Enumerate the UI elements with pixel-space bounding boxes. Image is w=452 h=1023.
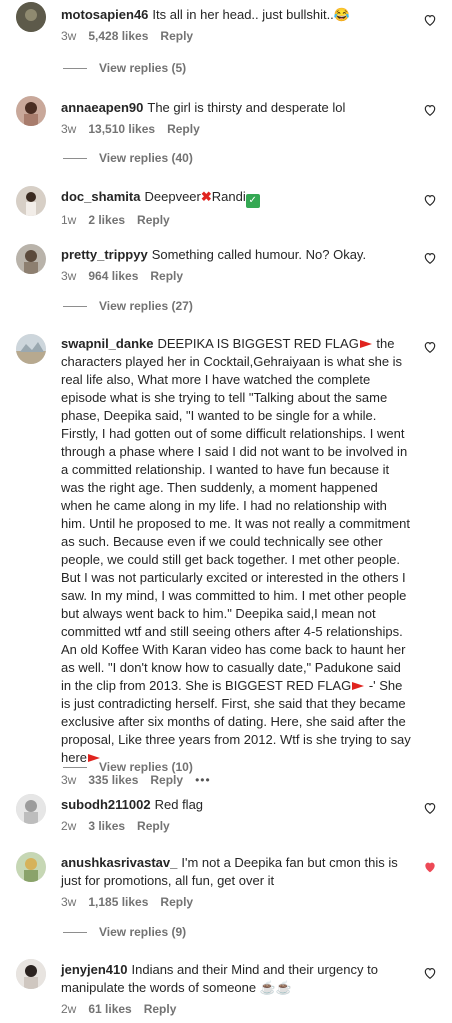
reply-button[interactable]: Reply bbox=[150, 269, 183, 283]
like-count[interactable]: 1,185 likes bbox=[88, 895, 148, 909]
comment-text: Red flag bbox=[154, 797, 204, 812]
red-flag-icon bbox=[352, 682, 365, 690]
timestamp: 1w bbox=[61, 213, 77, 227]
like-count[interactable]: 2 likes bbox=[88, 213, 125, 227]
reply-button[interactable]: Reply bbox=[150, 773, 183, 787]
heart-outline-icon[interactable] bbox=[423, 801, 437, 815]
like-count[interactable]: 335 likes bbox=[88, 773, 138, 787]
username[interactable]: annaeapen90 bbox=[61, 100, 143, 115]
heart-filled-icon[interactable] bbox=[423, 860, 437, 874]
avatar[interactable] bbox=[16, 334, 46, 364]
timestamp: 3w bbox=[61, 773, 77, 787]
username[interactable]: swapnil_danke bbox=[61, 336, 153, 351]
avatar[interactable] bbox=[16, 2, 46, 32]
reply-button[interactable]: Reply bbox=[137, 213, 170, 227]
view-replies-button[interactable]: View replies (40) bbox=[63, 150, 193, 166]
avatar[interactable] bbox=[16, 186, 46, 216]
view-replies-button[interactable]: View replies (5) bbox=[63, 60, 186, 76]
heart-outline-icon[interactable] bbox=[423, 13, 437, 27]
username[interactable]: pretty_trippyy bbox=[61, 247, 148, 262]
check-mark-icon: ✓ bbox=[245, 194, 260, 208]
red-flag-icon bbox=[359, 340, 372, 348]
cross-mark-icon: ✖ bbox=[200, 189, 212, 204]
username[interactable]: jenyjen410 bbox=[61, 962, 128, 977]
comment-text: Randi bbox=[211, 189, 246, 204]
reply-button[interactable]: Reply bbox=[160, 29, 193, 43]
heart-outline-icon[interactable] bbox=[423, 340, 437, 354]
avatar[interactable] bbox=[16, 244, 46, 274]
timestamp: 2w bbox=[61, 819, 77, 833]
comment-text: Deepveer bbox=[144, 189, 201, 204]
timestamp: 3w bbox=[61, 122, 77, 136]
like-count[interactable]: 964 likes bbox=[88, 269, 138, 283]
view-replies-button[interactable]: View replies (10) bbox=[63, 759, 193, 775]
username[interactable]: subodh211002 bbox=[61, 797, 151, 812]
timestamp: 3w bbox=[61, 895, 77, 909]
reply-button[interactable]: Reply bbox=[160, 895, 193, 909]
heart-outline-icon[interactable] bbox=[423, 103, 437, 117]
avatar[interactable] bbox=[16, 852, 46, 882]
comment-text: The girl is thirsty and desperate lol bbox=[147, 100, 346, 115]
timestamp: 3w bbox=[61, 269, 77, 283]
comment-text: Its all in her head.. just bullshit..😂 bbox=[152, 7, 350, 22]
comment-text: Something called humour. No? Okay. bbox=[151, 247, 367, 262]
username[interactable]: anushkasrivastav_ bbox=[61, 855, 177, 870]
reply-button[interactable]: Reply bbox=[167, 122, 200, 136]
more-options-icon[interactable]: ••• bbox=[195, 773, 211, 787]
username[interactable]: doc_shamita bbox=[61, 189, 140, 204]
timestamp: 2w bbox=[61, 1002, 77, 1016]
heart-outline-icon[interactable] bbox=[423, 966, 437, 980]
comment-text: the characters played her in Cocktail,Ge… bbox=[61, 336, 414, 693]
avatar[interactable] bbox=[16, 794, 46, 824]
view-replies-button[interactable]: View replies (27) bbox=[63, 298, 193, 314]
view-replies-button[interactable]: View replies (9) bbox=[63, 924, 186, 940]
heart-outline-icon[interactable] bbox=[423, 251, 437, 265]
heart-outline-icon[interactable] bbox=[423, 193, 437, 207]
reply-button[interactable]: Reply bbox=[144, 1002, 177, 1016]
timestamp: 3w bbox=[61, 29, 77, 43]
username[interactable]: motosapien46 bbox=[61, 7, 148, 22]
like-count[interactable]: 5,428 likes bbox=[88, 29, 148, 43]
reply-button[interactable]: Reply bbox=[137, 819, 170, 833]
avatar[interactable] bbox=[16, 96, 46, 126]
like-count[interactable]: 3 likes bbox=[88, 819, 125, 833]
comment-text: DEEPIKA IS BIGGEST RED FLAG bbox=[157, 336, 359, 351]
like-count[interactable]: 61 likes bbox=[88, 1002, 131, 1016]
like-count[interactable]: 13,510 likes bbox=[88, 122, 155, 136]
avatar[interactable] bbox=[16, 959, 46, 989]
